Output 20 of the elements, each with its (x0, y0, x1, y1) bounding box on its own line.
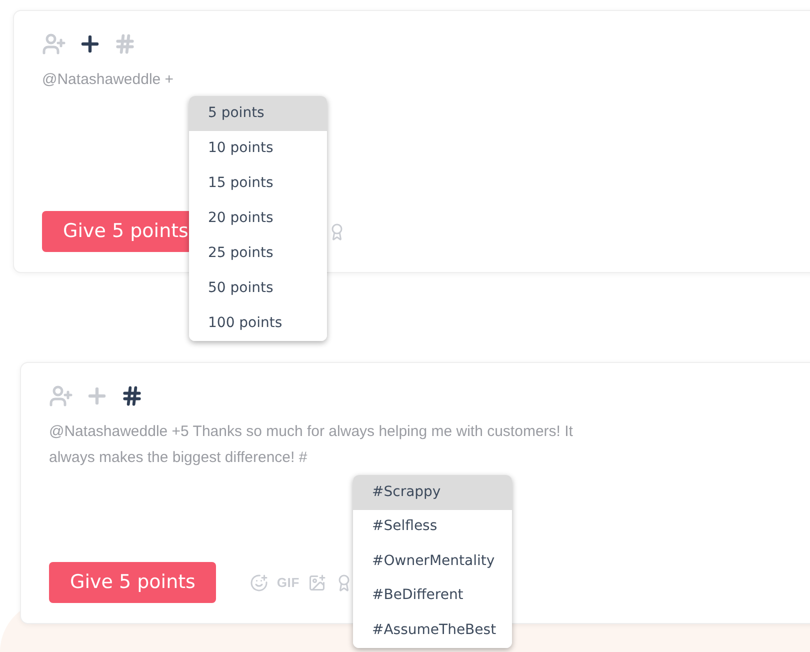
menu-item[interactable]: 100 points (189, 306, 327, 341)
image-add-icon[interactable] (308, 574, 326, 592)
emoji-add-icon[interactable] (250, 574, 268, 592)
add-person-icon[interactable] (49, 384, 73, 408)
menu-item[interactable]: 20 points (189, 201, 327, 236)
hash-icon[interactable] (121, 385, 143, 407)
menu-item[interactable]: #OwnerMentality (353, 544, 512, 578)
menu-item[interactable]: 10 points (189, 131, 327, 166)
message-line: @Natashaweddle + (42, 70, 174, 90)
menu-item[interactable]: #AssumeTheBest (353, 613, 512, 648)
menu-item[interactable]: 5 points (189, 96, 327, 131)
message-line: @Natashaweddle +5 Thanks so much for always helping me with customers! It (49, 422, 573, 442)
menu-item[interactable]: #BeDifferent (353, 578, 512, 613)
message-line: always makes the biggest difference! # (49, 448, 308, 468)
menu-item[interactable]: #Selfless (353, 510, 512, 544)
add-person-icon[interactable] (42, 32, 66, 56)
menu-item[interactable]: 25 points (189, 236, 327, 271)
menu-item[interactable]: 50 points (189, 271, 327, 306)
menu-item[interactable]: 15 points (189, 166, 327, 201)
menu-item[interactable]: #Scrappy (353, 475, 512, 510)
